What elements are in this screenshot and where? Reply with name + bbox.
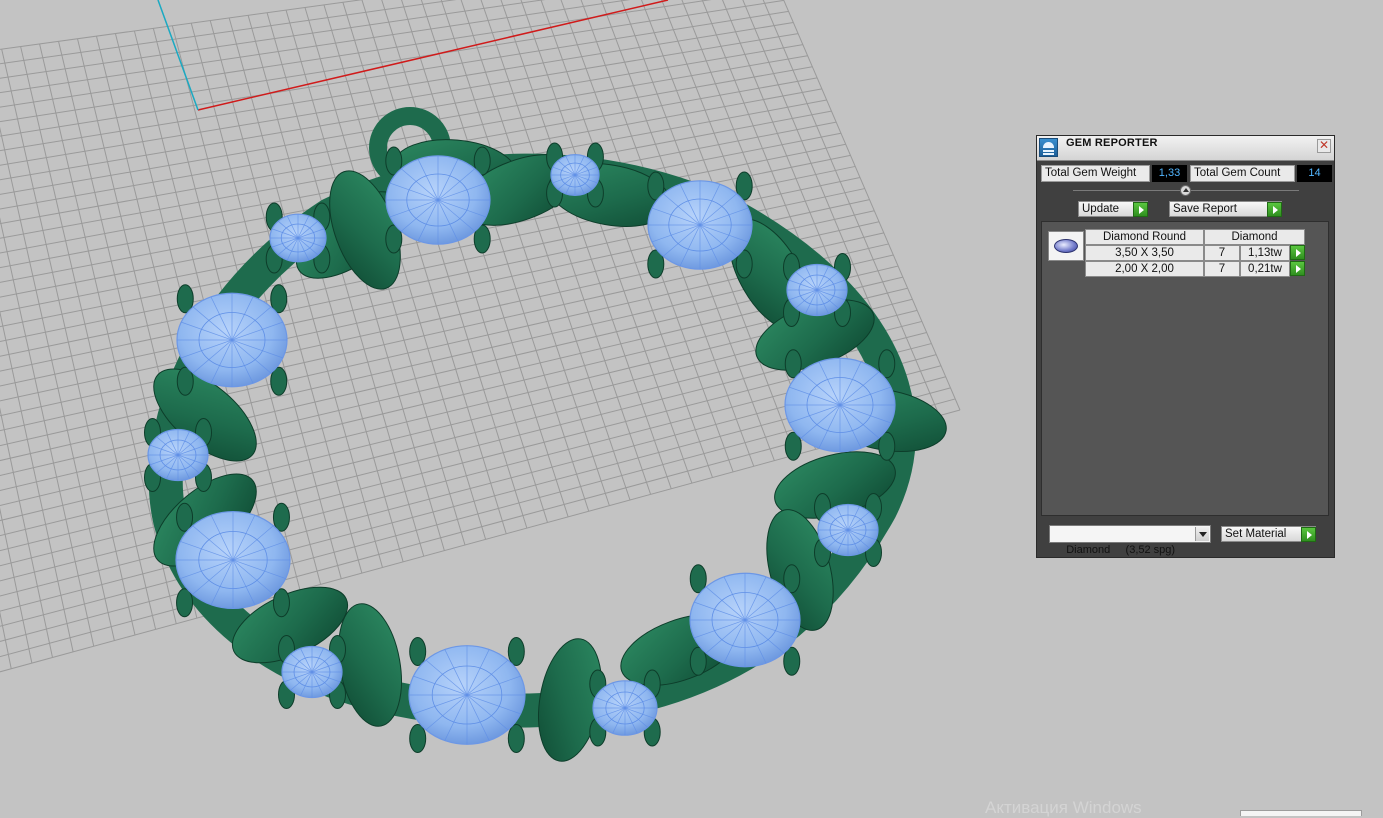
play-arrow-icon[interactable] <box>1133 202 1148 217</box>
prong <box>409 724 427 753</box>
gem <box>817 503 879 557</box>
gem <box>784 357 896 453</box>
gem-list[interactable]: Diamond Round Diamond 3,50 X 3,50 7 1,13… <box>1041 221 1329 516</box>
gem-size-cell: 3,50 X 3,50 <box>1085 245 1204 261</box>
gem <box>281 645 343 699</box>
gem <box>689 572 801 668</box>
save-report-button-label: Save Report <box>1173 203 1237 215</box>
play-arrow-icon[interactable] <box>1301 527 1316 542</box>
pendant-model[interactable] <box>138 107 951 766</box>
gem <box>408 645 526 745</box>
select-row-arrow-icon[interactable] <box>1290 245 1305 260</box>
gem-weight-cell: 1,13tw <box>1240 245 1290 261</box>
grid-line <box>420 0 590 512</box>
grid-line <box>0 0 457 65</box>
gem <box>269 213 327 263</box>
gem-stats: Total Gem Weight 1,33 Total Gem Count 14 <box>1041 165 1332 182</box>
gem-count-cell: 7 <box>1204 245 1240 261</box>
grid-line <box>0 287 908 507</box>
prong <box>176 588 194 618</box>
gem <box>647 180 753 270</box>
prong <box>507 724 525 753</box>
gem-size-cell: 2,00 X 2,00 <box>1085 261 1204 277</box>
gem-shape-header: Diamond Round <box>1085 229 1204 245</box>
gem-count-cell: 7 <box>1204 261 1240 277</box>
gem <box>385 155 491 245</box>
grid-line <box>500 0 672 489</box>
grid-line <box>401 0 569 518</box>
save-report-button[interactable]: Save Report <box>1169 201 1282 217</box>
prong <box>409 637 427 666</box>
gem <box>175 510 291 610</box>
gem-material-header: Diamond <box>1204 229 1305 245</box>
total-gem-count-label: Total Gem Count <box>1190 165 1295 182</box>
taskbar-fragment <box>1240 810 1362 816</box>
diamond-round-icon[interactable] <box>1048 231 1084 261</box>
set-material-button-label: Set Material <box>1225 528 1287 540</box>
grid-line <box>0 0 546 79</box>
gem-weight-cell: 0,21tw <box>1240 261 1290 277</box>
material-dropdown[interactable]: Diamond (3,52 spg) <box>1049 525 1211 556</box>
collapse-toggle-icon[interactable] <box>1180 185 1191 196</box>
close-button[interactable]: ✕ <box>1317 139 1331 153</box>
panel-titlebar[interactable]: GEM REPORTER ✕ <box>1037 136 1334 161</box>
update-button[interactable]: Update <box>1078 201 1148 217</box>
gem <box>147 428 209 482</box>
total-gem-count-value: 14 <box>1297 165 1332 182</box>
prong <box>272 502 290 532</box>
chevron-down-icon[interactable] <box>1195 527 1209 541</box>
gem <box>786 263 848 317</box>
prong <box>507 637 525 666</box>
gem-reporter-icon <box>1039 138 1058 157</box>
prong <box>176 502 194 532</box>
total-gem-weight-value: 1,33 <box>1152 165 1187 182</box>
material-dropdown-value: Diamond (3,52 spg) <box>1066 544 1176 556</box>
select-row-arrow-icon[interactable] <box>1290 261 1305 276</box>
grid-line <box>0 126 115 641</box>
gem <box>176 292 288 388</box>
gem <box>592 680 658 736</box>
panel-title: GEM REPORTER <box>1066 137 1158 149</box>
update-button-label: Update <box>1082 203 1120 215</box>
prong <box>272 588 290 618</box>
set-material-button[interactable]: Set Material <box>1221 526 1316 542</box>
play-arrow-icon[interactable] <box>1267 202 1282 217</box>
gem-reporter-panel: GEM REPORTER ✕ Total Gem Weight 1,33 Tot… <box>1036 135 1335 558</box>
windows-activation-watermark: Активация Windows <box>985 798 1142 817</box>
total-gem-weight-label: Total Gem Weight <box>1041 165 1150 182</box>
gem <box>550 154 600 197</box>
